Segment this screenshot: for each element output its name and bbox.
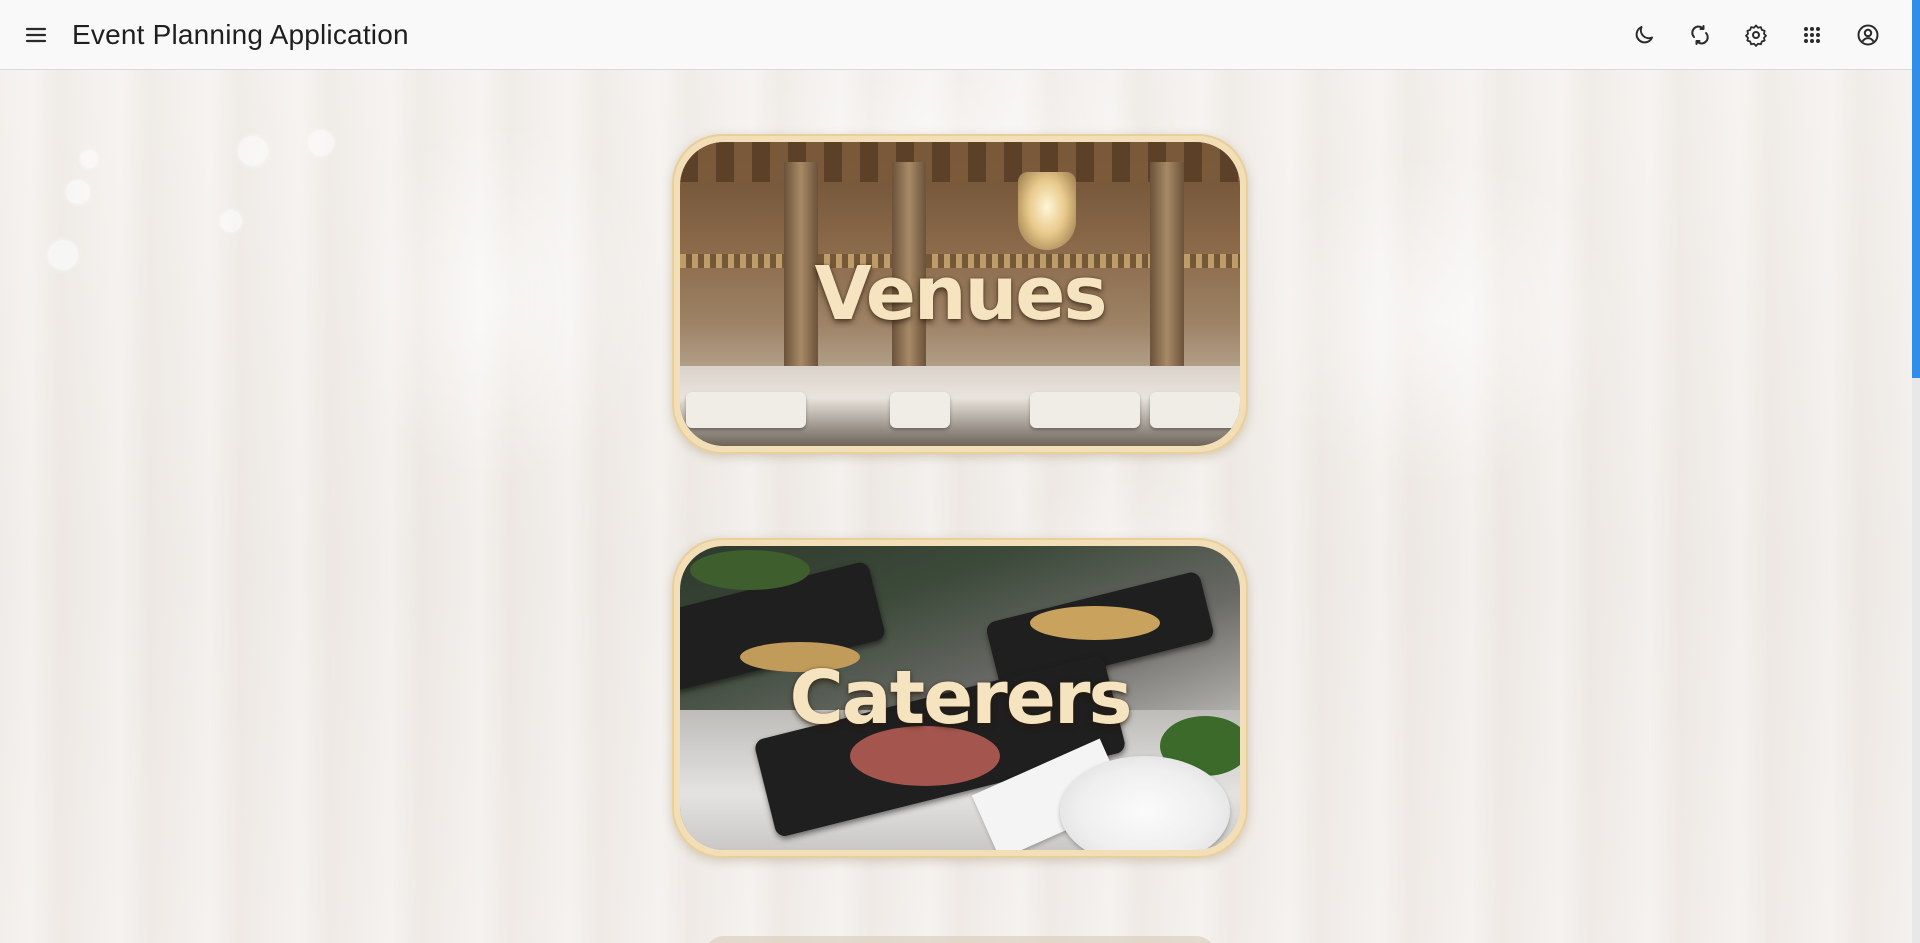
chandelier	[1018, 172, 1076, 250]
next-category-card-edge[interactable]	[704, 936, 1216, 943]
apps-button[interactable]	[1788, 11, 1836, 59]
background-petal	[238, 136, 268, 166]
toolbar-actions	[1620, 11, 1892, 59]
sync-button[interactable]	[1676, 11, 1724, 59]
venues-label: Venues	[814, 251, 1107, 337]
menu-icon	[24, 23, 48, 47]
background-petal	[66, 180, 90, 204]
caterers-image: Caterers	[680, 546, 1240, 850]
sync-icon	[1688, 23, 1712, 47]
app-title: Event Planning Application	[72, 18, 409, 50]
venue-sofa	[1150, 392, 1240, 428]
greens	[690, 550, 810, 590]
background-petal	[48, 240, 78, 270]
appetizers	[1030, 606, 1160, 640]
caterers-card[interactable]: Caterers	[672, 538, 1248, 858]
background-petal	[220, 210, 242, 232]
scrollbar-thumb[interactable]	[1912, 0, 1920, 378]
venue-sofa	[1030, 392, 1140, 428]
venue-sofa	[686, 392, 806, 428]
caterers-label: Caterers	[789, 655, 1132, 741]
venues-image: Venues	[680, 142, 1240, 446]
dark-mode-button[interactable]	[1620, 11, 1668, 59]
page-scrollbar[interactable]	[1912, 0, 1920, 943]
venues-card[interactable]: Venues	[672, 134, 1248, 454]
settings-icon	[1744, 23, 1768, 47]
account-button[interactable]	[1844, 11, 1892, 59]
venue-sofa	[890, 392, 950, 428]
menu-button[interactable]	[12, 11, 60, 59]
settings-button[interactable]	[1732, 11, 1780, 59]
background-petal	[308, 130, 334, 156]
apps-grid-icon	[1800, 23, 1824, 47]
background-petal	[80, 150, 98, 168]
dark-mode-icon	[1632, 23, 1656, 47]
top-app-bar: Event Planning Application	[0, 0, 1912, 70]
account-icon	[1856, 23, 1880, 47]
